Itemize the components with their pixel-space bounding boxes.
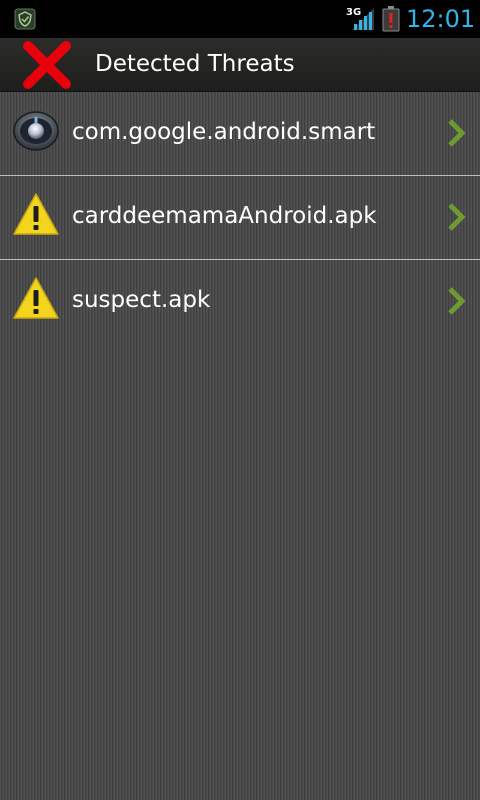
threat-item-2[interactable]: suspect.apk (0, 260, 480, 343)
threat-label: carddeemamaAndroid.apk (72, 203, 377, 229)
warning-icon (13, 193, 59, 235)
battery-alert-icon (382, 6, 400, 32)
network-type-label: 3G (346, 7, 361, 18)
close-button[interactable] (16, 41, 78, 89)
app-knob-icon (13, 111, 59, 151)
red-x-icon (23, 41, 71, 89)
shield-app-icon (14, 8, 36, 30)
chevron-right-icon (448, 119, 466, 147)
screen: 3G 12:01 Detected Threats com.google.and… (0, 0, 480, 800)
threat-list: com.google.android.smart carddeemamaAndr… (0, 92, 480, 343)
threat-list-container: com.google.android.smart carddeemamaAndr… (0, 92, 480, 800)
title-bar: Detected Threats (0, 38, 480, 92)
warning-icon (13, 277, 59, 319)
status-bar: 3G 12:01 (0, 0, 480, 38)
threat-item-1[interactable]: carddeemamaAndroid.apk (0, 176, 480, 260)
chevron-right-icon (448, 287, 466, 315)
threat-item-0[interactable]: com.google.android.smart (0, 92, 480, 176)
signal-3g-icon: 3G (346, 7, 374, 30)
threat-label: com.google.android.smart (72, 119, 376, 145)
chevron-right-icon (448, 203, 466, 231)
threat-label: suspect.apk (72, 287, 211, 313)
status-clock: 12:01 (406, 5, 476, 33)
page-title: Detected Threats (95, 51, 295, 77)
